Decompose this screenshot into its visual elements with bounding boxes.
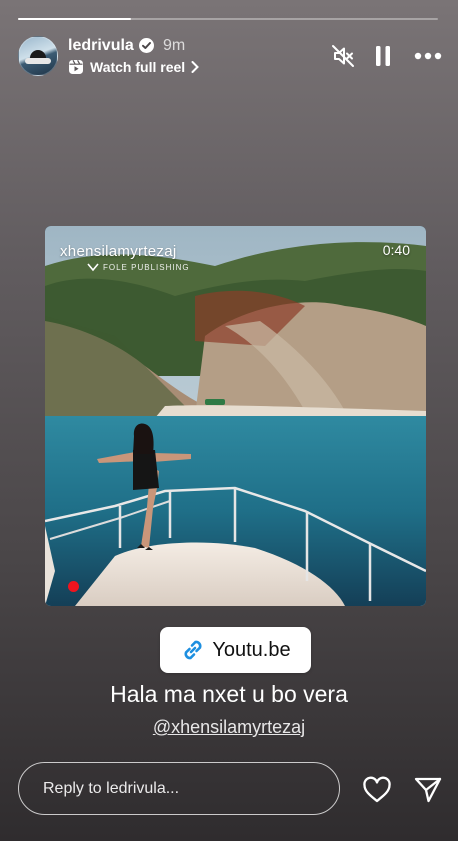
story-progress-fill (18, 18, 132, 20)
username[interactable]: ledrivula (68, 37, 134, 55)
avatar[interactable] (18, 36, 58, 76)
more-dots-icon[interactable] (414, 52, 442, 60)
speaker-muted-icon[interactable] (331, 44, 355, 68)
verified-badge-icon (139, 38, 154, 53)
reel-preview[interactable]: xhensilamyrtezaj FOLE PUBLISHING 0:40 (45, 226, 426, 606)
watermark-publisher: FOLE PUBLISHING (103, 263, 190, 272)
arrow-down-icon (87, 263, 99, 272)
chevron-right-icon (191, 61, 200, 73)
avatar-jetski (25, 58, 51, 64)
watch-full-reel-label: Watch full reel (90, 59, 186, 75)
time-ago: 9m (163, 37, 186, 54)
record-dot-icon (68, 581, 79, 592)
link-sticker[interactable]: Youtu.be (160, 627, 311, 673)
video-duration: 0:40 (382, 242, 410, 258)
link-sticker-label: Youtu.be (212, 638, 291, 661)
story-caption: Hala ma nxet u bo vera (110, 681, 348, 707)
pause-icon[interactable] (375, 46, 391, 66)
mention-link[interactable]: @xhensilamyrtezaj (153, 717, 305, 737)
send-icon[interactable] (413, 776, 443, 804)
mention-row: @xhensilamyrtezaj (0, 717, 458, 738)
reply-input[interactable] (18, 762, 340, 815)
heart-icon[interactable] (362, 776, 392, 804)
reel-thumbnail (45, 226, 426, 606)
watermark-name: xhensilamyrtezaj (60, 243, 177, 260)
watch-full-reel-link[interactable]: Watch full reel (68, 59, 200, 75)
reels-icon (69, 60, 83, 74)
link-icon (184, 640, 202, 660)
story-progress-bar (18, 18, 438, 20)
